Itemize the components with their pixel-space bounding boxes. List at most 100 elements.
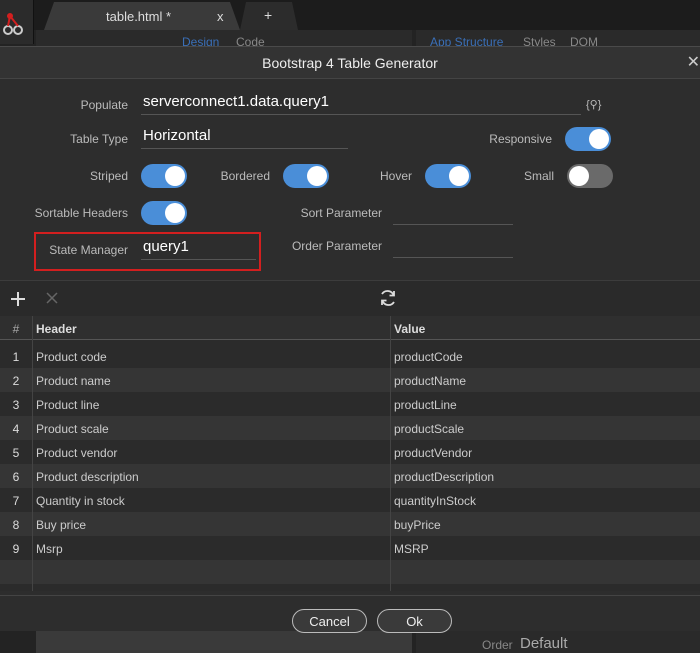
table-row[interactable]: 9 Msrp MSRP <box>0 536 700 560</box>
app-window: table.html * x + Design Code App Structu… <box>0 0 700 653</box>
dialog-title: Bootstrap 4 Table Generator <box>262 55 438 71</box>
design-canvas-bottom <box>36 630 412 653</box>
row-number: 6 <box>12 470 20 484</box>
row-number: 8 <box>12 518 20 532</box>
row-number: 1 <box>12 350 20 364</box>
row-header-cell[interactable]: Buy price <box>36 518 86 532</box>
empty-row[interactable] <box>0 560 700 584</box>
app-logo <box>0 0 34 44</box>
populate-input[interactable]: serverconnect1.data.query1 <box>141 91 581 115</box>
column-header-number: # <box>12 322 20 336</box>
toggle-knob <box>165 203 185 223</box>
table-row[interactable]: 3 Product line productLine <box>0 392 700 416</box>
dialog-footer: Cancel Ok <box>0 595 700 633</box>
sortable-headers-toggle[interactable] <box>141 201 187 225</box>
toggle-knob <box>449 166 469 186</box>
table-type-label: Table Type <box>70 132 128 146</box>
panel-switcher: App Structure Styles DOM <box>416 30 700 46</box>
responsive-toggle[interactable] <box>565 127 611 151</box>
sort-parameter-input[interactable] <box>393 201 513 225</box>
small-toggle[interactable] <box>567 164 613 188</box>
bordered-toggle[interactable] <box>283 164 329 188</box>
row-number: 7 <box>12 494 20 508</box>
column-divider <box>32 316 33 591</box>
tab-design[interactable]: Design <box>182 35 219 46</box>
tab-app-structure[interactable]: App Structure <box>430 35 503 46</box>
table-row[interactable]: 2 Product name productName <box>0 368 700 392</box>
column-header-value: Value <box>394 322 426 336</box>
populate-label: Populate <box>80 98 128 112</box>
tab-close-icon[interactable]: x <box>217 9 224 24</box>
row-header-cell[interactable]: Product description <box>36 470 139 484</box>
table-row[interactable]: 5 Product vendor productVendor <box>0 440 700 464</box>
striped-toggle[interactable] <box>141 164 187 188</box>
tab-label: table.html * <box>106 9 172 24</box>
row-header-cell[interactable]: Quantity in stock <box>36 494 125 508</box>
table-generator-dialog: Bootstrap 4 Table Generator ✕ Populate s… <box>0 46 700 633</box>
tab-table-html[interactable]: table.html * x <box>44 2 240 30</box>
data-picker-icon[interactable]: {⚲} <box>586 98 602 112</box>
row-value-cell[interactable]: productVendor <box>394 446 472 460</box>
row-header-cell[interactable]: Product scale <box>36 422 109 436</box>
row-number: 5 <box>12 446 20 460</box>
add-row-icon[interactable] <box>9 290 27 308</box>
table-type-select[interactable]: Horizontal <box>141 125 348 149</box>
hover-label: Hover <box>379 169 412 183</box>
toggle-knob <box>307 166 327 186</box>
row-header-cell[interactable]: Product name <box>36 374 111 388</box>
tab-code[interactable]: Code <box>236 35 265 46</box>
row-value-cell[interactable]: productName <box>394 374 466 388</box>
column-header-header: Header <box>36 322 77 336</box>
row-value-cell[interactable]: productScale <box>394 422 464 436</box>
small-label: Small <box>523 169 554 183</box>
row-number: 4 <box>12 422 20 436</box>
cancel-button[interactable]: Cancel <box>292 609 367 633</box>
table-row[interactable]: 7 Quantity in stock quantityInStock <box>0 488 700 512</box>
row-header-cell[interactable]: Product code <box>36 350 107 364</box>
refresh-icon[interactable] <box>378 288 398 308</box>
app-logo-icon <box>3 13 23 35</box>
column-divider <box>390 316 391 591</box>
row-number: 9 <box>12 542 20 556</box>
toggle-knob <box>165 166 185 186</box>
row-number: 2 <box>12 374 20 388</box>
ok-button[interactable]: Ok <box>377 609 452 633</box>
row-value-cell[interactable]: buyPrice <box>394 518 441 532</box>
row-value-cell[interactable]: quantityInStock <box>394 494 476 508</box>
row-value-cell[interactable]: MSRP <box>394 542 429 556</box>
grid-header-row: # Header Value <box>0 316 700 340</box>
delete-row-icon[interactable] <box>44 290 60 306</box>
sort-parameter-label: Sort Parameter <box>300 206 382 220</box>
row-number: 3 <box>12 398 20 412</box>
toggle-knob <box>589 129 609 149</box>
row-value-cell[interactable]: productDescription <box>394 470 494 484</box>
table-row[interactable]: 4 Product scale productScale <box>0 416 700 440</box>
table-row[interactable]: 1 Product code productCode <box>0 344 700 368</box>
order-property-value[interactable]: Default <box>520 635 568 652</box>
order-property-label: Order <box>482 638 513 652</box>
table-row[interactable]: 8 Buy price buyPrice <box>0 512 700 536</box>
columns-grid: # Header Value 1 Product code productCod… <box>0 316 700 591</box>
row-value-cell[interactable]: productLine <box>394 398 457 412</box>
close-icon[interactable]: ✕ <box>687 52 700 72</box>
responsive-label: Responsive <box>489 132 552 146</box>
table-row[interactable]: 6 Product description productDescription <box>0 464 700 488</box>
order-parameter-input[interactable] <box>393 234 513 258</box>
state-manager-input[interactable]: query1 <box>141 236 256 260</box>
tab-dom[interactable]: DOM <box>570 35 598 46</box>
grid-toolbar <box>0 280 700 316</box>
toggle-knob <box>569 166 589 186</box>
striped-label: Striped <box>89 169 128 183</box>
row-header-cell[interactable]: Msrp <box>36 542 63 556</box>
order-parameter-label: Order Parameter <box>291 239 382 253</box>
tab-styles[interactable]: Styles <box>523 35 556 46</box>
row-header-cell[interactable]: Product vendor <box>36 446 117 460</box>
row-value-cell[interactable]: productCode <box>394 350 463 364</box>
bordered-label: Bordered <box>220 169 270 183</box>
plus-icon: + <box>264 7 273 23</box>
new-tab-button[interactable]: + <box>240 2 298 30</box>
row-header-cell[interactable]: Product line <box>36 398 99 412</box>
state-manager-label: State Manager <box>49 243 128 257</box>
hover-toggle[interactable] <box>425 164 471 188</box>
view-switcher: Design Code <box>36 30 412 46</box>
